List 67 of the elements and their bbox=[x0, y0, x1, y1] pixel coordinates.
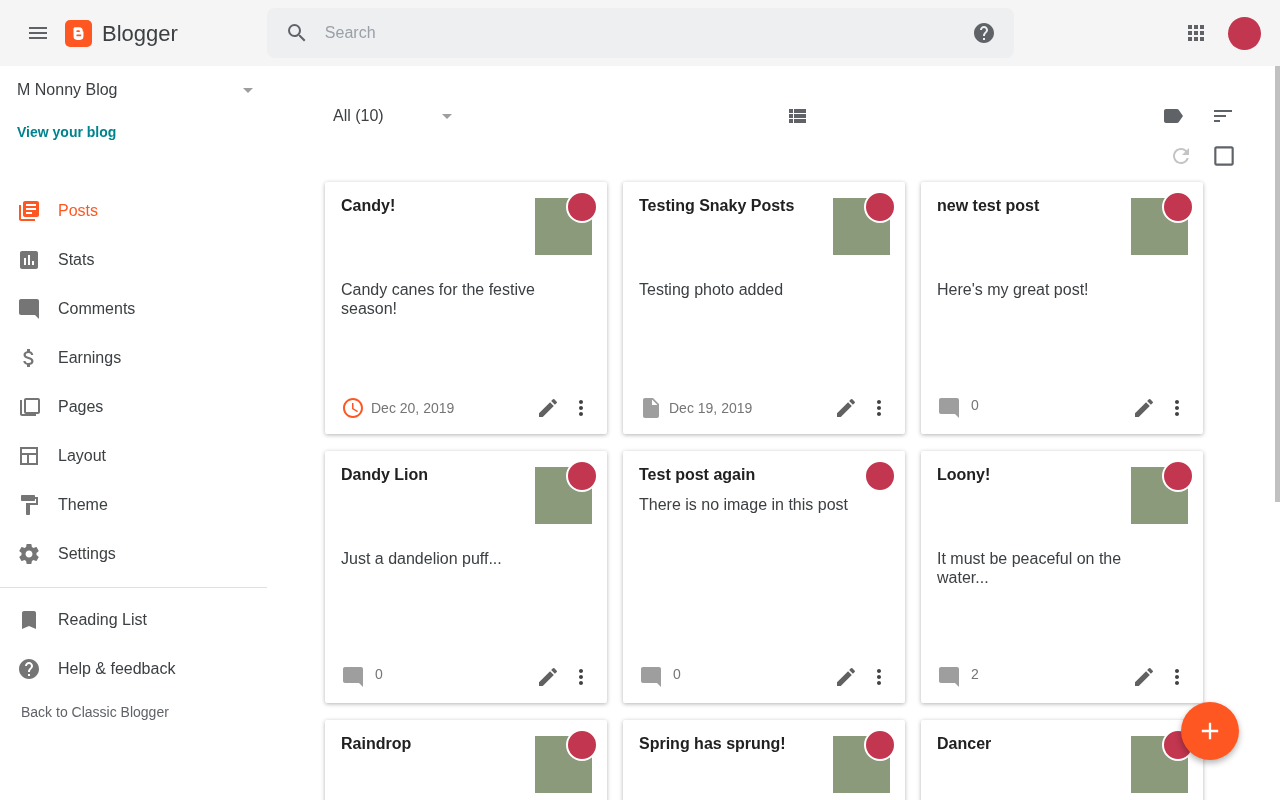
comment-count: 2 bbox=[971, 664, 979, 684]
help-icon[interactable] bbox=[971, 21, 996, 45]
edit-pencil-icon[interactable] bbox=[536, 396, 560, 420]
post-description: Just a dandelion puff... bbox=[341, 549, 503, 568]
edit-pencil-icon[interactable] bbox=[834, 665, 858, 689]
post-description: Testing photo added bbox=[639, 280, 785, 299]
comment-icon bbox=[17, 296, 41, 321]
nav-item[interactable]: Settings bbox=[0, 529, 267, 578]
edit-pencil-icon[interactable] bbox=[834, 396, 858, 420]
posts-icon bbox=[17, 198, 41, 223]
blogger-logo-icon bbox=[65, 19, 92, 47]
post-date: Dec 19, 2019 bbox=[669, 398, 753, 418]
post-card[interactable]: Candy! Candy canes for the festive season! Dec 20, 2019 bbox=[325, 182, 607, 434]
post-description: Here's my great post! bbox=[937, 280, 1090, 299]
post-description: There is no image in this post bbox=[639, 495, 849, 514]
nav-item[interactable]: Earnings bbox=[0, 333, 267, 382]
post-description: It must be peaceful on the water... bbox=[937, 549, 1123, 587]
post-card[interactable]: Test post again There is no image in this post 0 bbox=[623, 451, 905, 703]
comment-count: 0 bbox=[375, 664, 383, 684]
post-description: Candy canes for the festive season! bbox=[341, 280, 536, 318]
profile-avatar[interactable] bbox=[1228, 16, 1261, 50]
post-title: new test post bbox=[937, 196, 1040, 216]
post-card[interactable]: Spring has sprung! bbox=[623, 720, 905, 800]
comment-icon bbox=[937, 396, 961, 420]
post-card[interactable]: Loony! It must be peaceful on the water... 2 bbox=[921, 451, 1203, 703]
select-all-checkbox-icon[interactable] bbox=[1211, 143, 1237, 169]
edit-pencil-icon[interactable] bbox=[1132, 396, 1156, 420]
nav-item[interactable]: Pages bbox=[0, 382, 267, 431]
help-icon bbox=[17, 656, 41, 681]
nav-item[interactable]: Comments bbox=[0, 284, 267, 333]
post-title: Dancer bbox=[937, 734, 992, 754]
post-title: Test post again bbox=[639, 465, 756, 485]
post-title: Testing Snaky Posts bbox=[639, 196, 795, 216]
post-title: Spring has sprung! bbox=[639, 734, 786, 754]
clock-icon bbox=[341, 396, 365, 420]
caret-icon bbox=[442, 113, 452, 119]
post-card[interactable]: Dancer bbox=[921, 720, 1203, 800]
new-post-button[interactable] bbox=[1181, 702, 1239, 760]
post-date: Dec 20, 2019 bbox=[371, 398, 455, 418]
post-title: Dandy Lion bbox=[341, 465, 429, 485]
nav-item[interactable]: Layout bbox=[0, 431, 267, 480]
filter-dropdown[interactable]: All (10) bbox=[333, 96, 459, 136]
classic-blogger-link[interactable]: Back to Classic Blogger bbox=[21, 702, 169, 723]
edit-pencil-icon[interactable] bbox=[1132, 665, 1156, 689]
nav-item[interactable]: Stats bbox=[0, 235, 267, 284]
app-name: Blogger bbox=[102, 19, 178, 48]
edit-pencil-icon[interactable] bbox=[536, 665, 560, 689]
blog-selector[interactable]: M Nonny Blog bbox=[17, 78, 260, 102]
post-card[interactable]: Raindrop bbox=[325, 720, 607, 800]
nav-item[interactable]: Reading List bbox=[0, 595, 267, 644]
comment-count: 0 bbox=[971, 395, 979, 415]
scrollbar-thumb[interactable] bbox=[1275, 66, 1280, 502]
caret-icon bbox=[243, 87, 253, 93]
post-title: Candy! bbox=[341, 196, 396, 216]
comment-icon bbox=[639, 665, 663, 689]
post-title: Loony! bbox=[937, 465, 991, 485]
nav-item[interactable]: Theme bbox=[0, 480, 267, 529]
post-title: Raindrop bbox=[341, 734, 412, 754]
post-card[interactable]: Dandy Lion Just a dandelion puff... 0 bbox=[325, 451, 607, 703]
comment-icon bbox=[341, 665, 365, 689]
post-card[interactable]: Testing Snaky Posts Testing photo added Dec 19, 2019 bbox=[623, 182, 905, 434]
view-blog-link[interactable]: View your blog bbox=[17, 122, 117, 143]
comment-icon bbox=[937, 665, 961, 689]
settings-icon bbox=[17, 541, 41, 566]
nav-item[interactable]: Help & feedback bbox=[0, 644, 267, 693]
comment-count: 0 bbox=[673, 664, 681, 684]
post-card[interactable]: new test post Here's my great post! 0 bbox=[921, 182, 1203, 434]
